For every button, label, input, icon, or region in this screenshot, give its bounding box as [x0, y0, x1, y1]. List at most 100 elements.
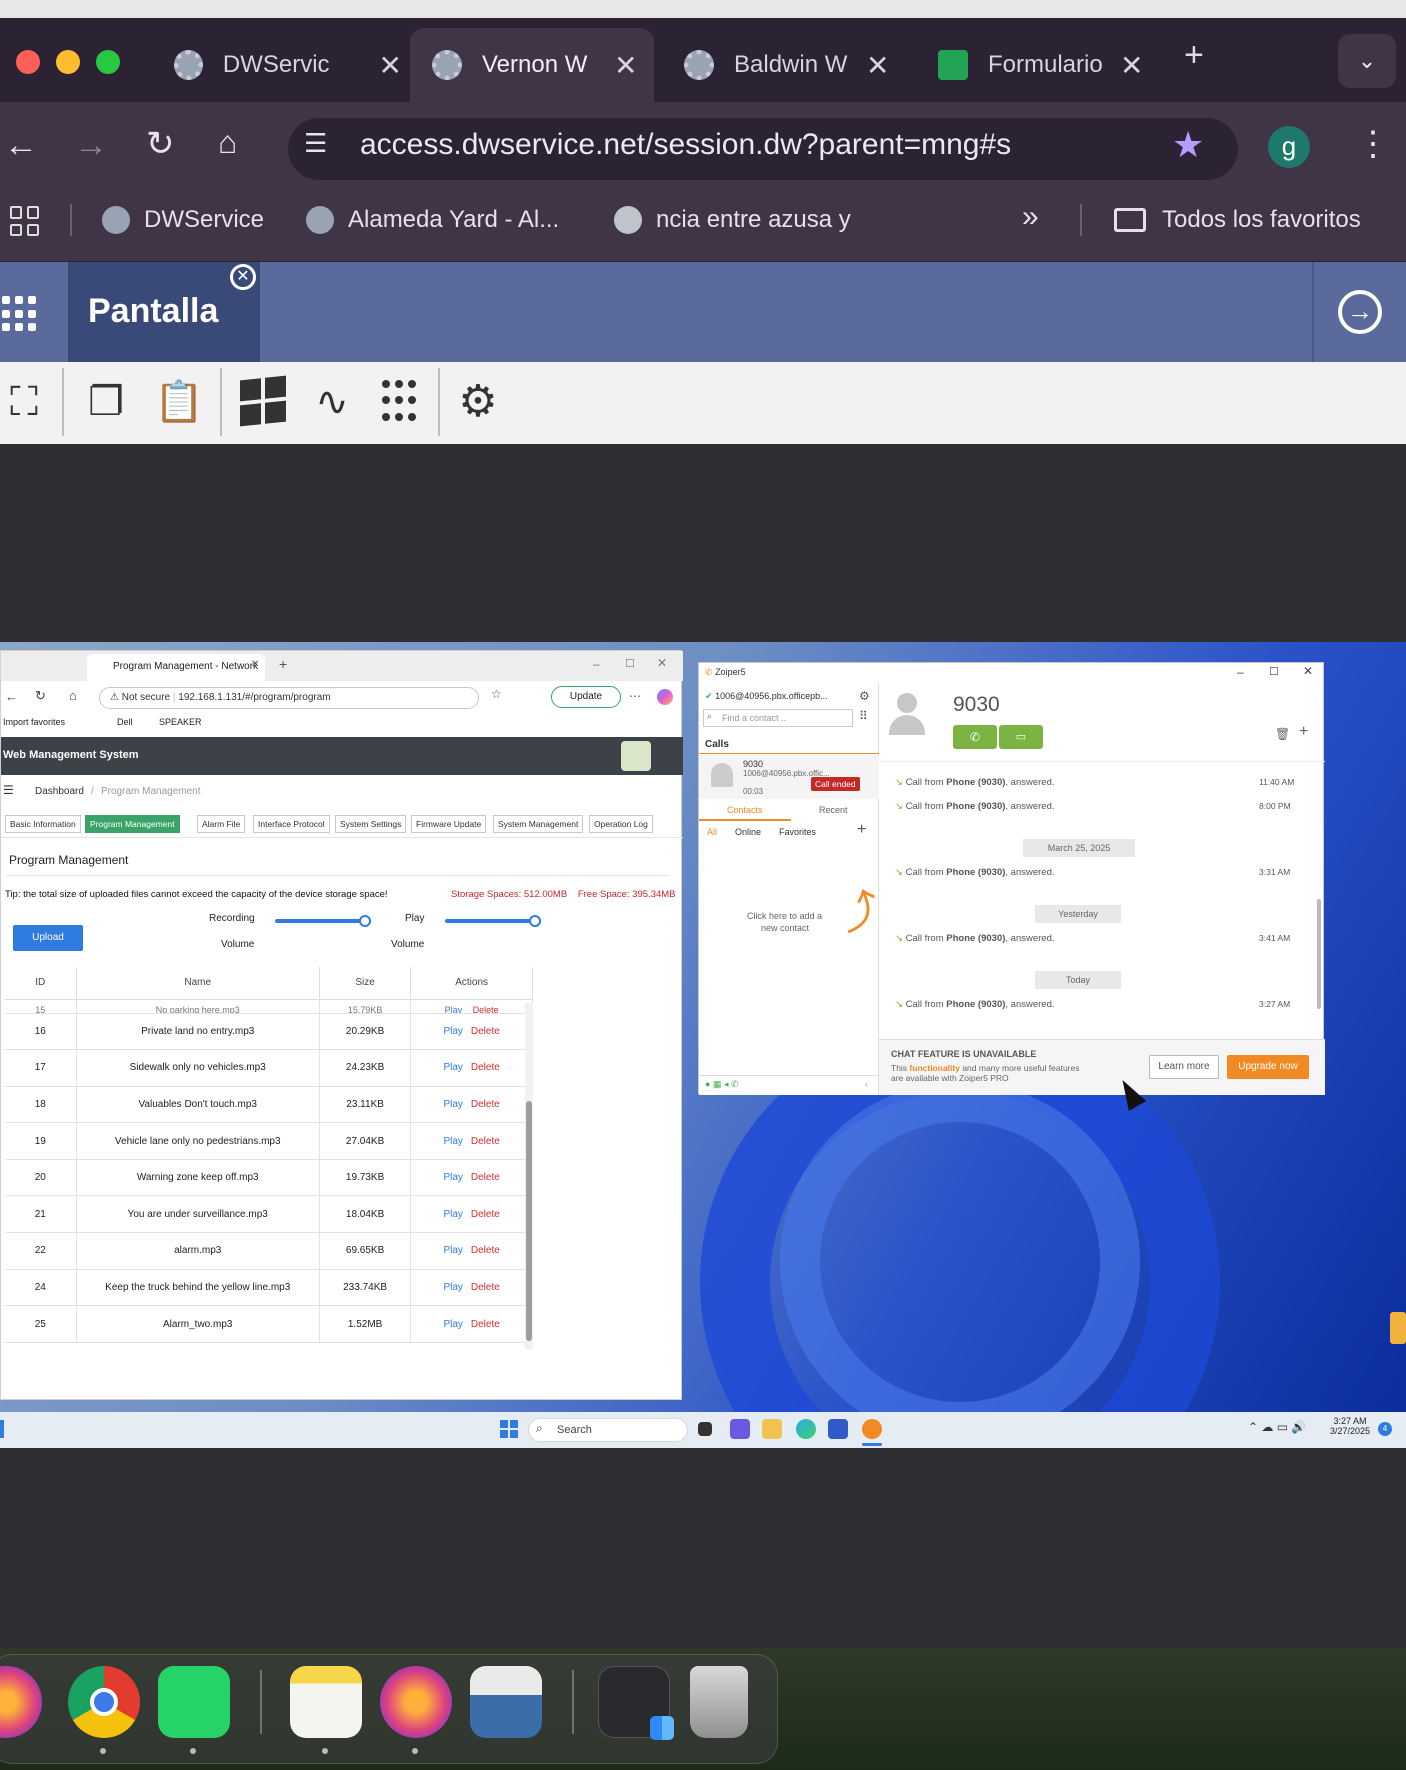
edge-browser-icon[interactable]: [796, 1419, 816, 1439]
teams-chat-icon[interactable]: [730, 1419, 750, 1439]
chrome-tab-0[interactable]: DWServic ✕: [152, 28, 402, 102]
clipboard-icon[interactable]: 📋: [154, 378, 204, 426]
url-text[interactable]: access.dwservice.net/session.dw?parent=m…: [360, 128, 1011, 162]
delete-link[interactable]: Delete: [471, 1026, 500, 1037]
favorite-speaker[interactable]: SPEAKER: [159, 717, 202, 727]
delete-contact-icon[interactable]: 🗑: [1275, 727, 1290, 741]
back-arrow-icon[interactable]: ←: [4, 126, 38, 165]
collapse-icon[interactable]: ‹: [865, 1079, 868, 1089]
whatsapp-dock-icon[interactable]: [158, 1666, 230, 1738]
close-tab-icon[interactable]: ✕: [379, 49, 402, 82]
notes-dock-icon[interactable]: [290, 1666, 362, 1738]
bookmark-azusa[interactable]: ncia entre azusa y: [614, 206, 851, 234]
user-avatar[interactable]: [621, 741, 651, 771]
play-link[interactable]: Play: [443, 1062, 462, 1073]
apps-menu-icon[interactable]: [2, 296, 38, 332]
close-tab-icon[interactable]: ✕: [1120, 49, 1143, 82]
activity-monitor-icon[interactable]: ∿: [308, 378, 356, 426]
more-icon[interactable]: ⋯: [629, 689, 641, 703]
add-icon[interactable]: +: [1299, 723, 1308, 741]
minimize-icon[interactable]: –: [1237, 665, 1244, 679]
trash-dock-icon[interactable]: [690, 1666, 748, 1738]
table-scrollbar-thumb[interactable]: [526, 1101, 532, 1341]
play-volume-slider[interactable]: [445, 919, 535, 923]
delete-link[interactable]: Delete: [471, 1319, 500, 1330]
add-contact-hint-2[interactable]: new contact: [761, 923, 809, 933]
side-widget-icon[interactable]: [1390, 1312, 1406, 1344]
history-entry[interactable]: ↘ Call from Phone (9030), answered.: [895, 999, 1055, 1010]
find-contact-input[interactable]: Find a contact ..: [703, 709, 853, 727]
new-tab-icon[interactable]: +: [1184, 36, 1204, 75]
chrome-tab-1[interactable]: Vernon W ✕: [410, 28, 654, 102]
add-contact-icon[interactable]: +: [857, 821, 866, 839]
history-entry[interactable]: ↘ Call from Phone (9030), answered.: [895, 801, 1055, 812]
close-window-button[interactable]: [16, 50, 40, 74]
settings-gear-icon[interactable]: ⚙: [454, 378, 502, 426]
menu-toggle-icon[interactable]: ☰: [3, 783, 14, 797]
play-link[interactable]: Play: [443, 1026, 462, 1037]
video-call-button[interactable]: ▭: [999, 725, 1043, 749]
remote-address-bar[interactable]: ⚠ Not secure | 192.168.1.131/#/program/p…: [99, 687, 479, 709]
account-status[interactable]: ✔ 1006@40956.pbx.officepb...: [705, 691, 828, 702]
tab-firmware-update[interactable]: Firmware Update: [411, 815, 487, 833]
recording-volume-knob[interactable]: [359, 915, 371, 927]
profile-avatar[interactable]: g: [1268, 126, 1310, 168]
bookmark-dwservice[interactable]: DWService: [102, 206, 264, 234]
play-link[interactable]: Play: [443, 1209, 462, 1220]
delete-link[interactable]: Delete: [471, 1136, 500, 1147]
zoiper-taskbar-icon[interactable]: [862, 1419, 882, 1439]
home-icon[interactable]: ⌂: [69, 688, 77, 703]
system-tray-icons[interactable]: ⌃ ☁ ▭ 🔊: [1248, 1420, 1306, 1434]
favorites-star-icon[interactable]: ☆: [491, 687, 502, 701]
copy-icon[interactable]: ❐: [82, 378, 130, 426]
play-link[interactable]: Play: [443, 1172, 462, 1183]
fullscreen-icon[interactable]: ⛶: [0, 378, 48, 426]
chrome-menu-icon[interactable]: ⋮: [1356, 124, 1390, 164]
tab-alarm-file[interactable]: Alarm File: [197, 815, 246, 833]
chrome-tab-2[interactable]: Baldwin W ✕: [662, 28, 912, 102]
play-link[interactable]: Play: [445, 1005, 463, 1012]
minimize-window-button[interactable]: [56, 50, 80, 74]
all-bookmarks-folder[interactable]: Todos los favoritos: [1114, 206, 1361, 234]
tab-basic-information[interactable]: Basic Information: [5, 815, 81, 833]
add-contact-hint[interactable]: Click here to add a: [747, 911, 822, 921]
close-icon[interactable]: ✕: [657, 656, 667, 670]
back-arrow-icon[interactable]: ←: [5, 689, 18, 704]
close-tab-icon[interactable]: ✕: [866, 49, 889, 82]
firefox-dock-icon-2[interactable]: [380, 1666, 452, 1738]
favorite-dell[interactable]: Dell: [117, 717, 133, 727]
task-view-icon[interactable]: [698, 1422, 712, 1436]
breadcrumb-home[interactable]: Dashboard: [35, 786, 84, 797]
play-link[interactable]: Play: [443, 1099, 462, 1110]
play-link[interactable]: Play: [443, 1245, 462, 1256]
delete-link[interactable]: Delete: [471, 1282, 500, 1293]
bookmark-alameda[interactable]: Alameda Yard - Al...: [306, 206, 559, 234]
tab-contacts[interactable]: Contacts: [727, 805, 763, 815]
chrome-tab-3[interactable]: Formulario ✕: [916, 28, 1166, 102]
windows-keys-icon[interactable]: [240, 375, 286, 427]
bookmark-star-icon[interactable]: ★: [1172, 124, 1204, 166]
reload-icon[interactable]: ↻: [146, 124, 175, 164]
status-icons[interactable]: ● ▦ ◂ ✆: [705, 1079, 739, 1090]
history-entry[interactable]: ↘ Call from Phone (9030), answered.: [895, 933, 1055, 944]
close-section-icon[interactable]: ✕: [230, 264, 256, 290]
history-entry[interactable]: ↘ Call from Phone (9030), answered.: [895, 867, 1055, 878]
upgrade-now-button[interactable]: Upgrade now: [1227, 1055, 1309, 1079]
play-link[interactable]: Play: [443, 1282, 462, 1293]
tab-interface-protocol[interactable]: Interface Protocol: [253, 815, 330, 833]
more-bookmarks-icon[interactable]: »: [1022, 200, 1039, 234]
delete-link[interactable]: Delete: [471, 1062, 500, 1073]
tab-recent[interactable]: Recent: [819, 805, 848, 815]
filter-favorites[interactable]: Favorites: [779, 827, 816, 837]
tab-system-management[interactable]: System Management: [493, 815, 584, 833]
play-volume-knob[interactable]: [529, 915, 541, 927]
audio-call-button[interactable]: ✆: [953, 725, 997, 749]
zoom-window-button[interactable]: [96, 50, 120, 74]
delete-link[interactable]: Delete: [471, 1245, 500, 1256]
minimize-icon[interactable]: –: [593, 657, 600, 671]
forward-arrow-icon[interactable]: →: [74, 126, 108, 165]
home-icon[interactable]: ⌂: [218, 124, 237, 161]
filter-online[interactable]: Online: [735, 827, 761, 837]
delete-link[interactable]: Delete: [471, 1209, 500, 1220]
keypad-icon[interactable]: [382, 380, 418, 424]
